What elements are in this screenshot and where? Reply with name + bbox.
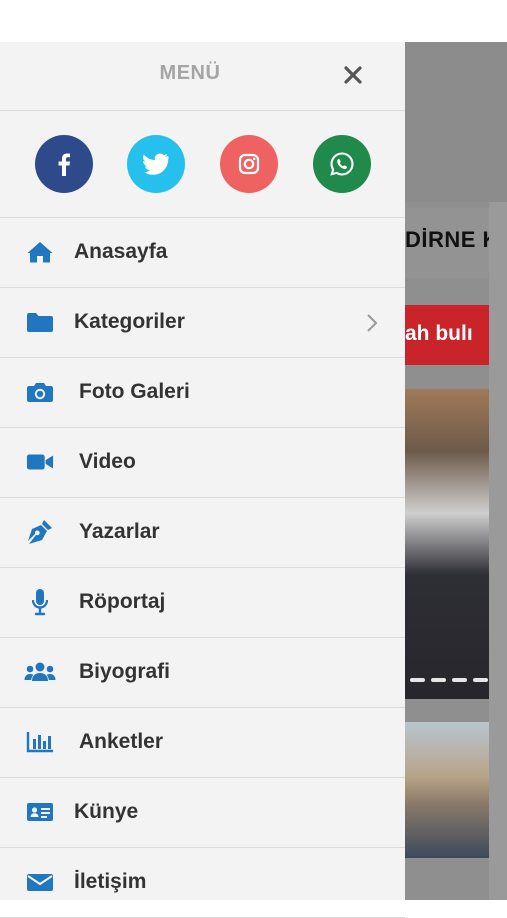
menu-item-label: İletişim — [74, 870, 147, 893]
microphone-icon — [26, 589, 54, 616]
whatsapp-button[interactable] — [313, 135, 371, 193]
chevron-right-icon — [365, 312, 379, 339]
camera-icon — [26, 379, 54, 405]
menu-item-label: Video — [79, 450, 136, 473]
background-banner-text: ah bulı — [405, 322, 473, 345]
facebook-button[interactable] — [35, 135, 93, 193]
instagram-icon — [238, 153, 260, 175]
twitter-button[interactable] — [127, 135, 185, 193]
envelope-icon — [26, 869, 54, 895]
menu-header: MENÜ — [0, 42, 405, 111]
folder-icon — [26, 309, 54, 335]
menu-item-label: Yazarlar — [79, 520, 160, 543]
side-menu-drawer: MENÜ Anasayfa Kategoriler Foto Galeri Vi… — [0, 42, 405, 918]
twitter-icon — [143, 153, 169, 175]
whatsapp-icon — [330, 152, 354, 176]
instagram-button[interactable] — [220, 135, 278, 193]
background-header — [405, 42, 507, 202]
close-icon — [344, 66, 362, 84]
home-icon — [26, 239, 54, 265]
id-card-icon — [26, 799, 54, 825]
social-links — [0, 111, 405, 218]
menu-item-label: Foto Galeri — [79, 380, 190, 403]
users-icon — [24, 659, 56, 685]
menu-item-biyografi[interactable]: Biyografi — [0, 638, 405, 708]
menu-item-label: Anketler — [79, 730, 164, 753]
menu-item-label: Röportaj — [79, 590, 166, 613]
background-news-photo-2 — [405, 722, 489, 858]
menu-item-anasayfa[interactable]: Anasayfa — [0, 218, 405, 288]
menu-item-label: Anasayfa — [74, 240, 168, 263]
chart-icon — [26, 729, 54, 755]
menu-item-label: Kategoriler — [74, 310, 185, 333]
status-bar-area — [0, 0, 507, 42]
menu-title: MENÜ — [159, 62, 221, 84]
menu-item-iletisim[interactable]: İletişim — [0, 848, 405, 918]
menu-item-anketler[interactable]: Anketler — [0, 708, 405, 778]
video-icon — [26, 449, 54, 475]
menu-item-roportaj[interactable]: Röportaj — [0, 568, 405, 638]
menu-item-label: Biyografi — [79, 660, 171, 683]
menu-item-foto-galeri[interactable]: Foto Galeri — [0, 358, 405, 428]
close-menu-button[interactable] — [340, 62, 366, 88]
background-nav-text: DİRNE K — [405, 227, 499, 252]
facebook-icon — [58, 153, 70, 176]
menu-item-kategoriler[interactable]: Kategoriler — [0, 288, 405, 358]
menu-item-video[interactable]: Video — [0, 428, 405, 498]
menu-item-label: Künye — [74, 800, 139, 823]
menu-item-yazarlar[interactable]: Yazarlar — [0, 498, 405, 568]
background-side-strip — [489, 202, 507, 900]
menu-item-kunye[interactable]: Künye — [0, 778, 405, 848]
background-news-photo — [405, 389, 489, 699]
pen-icon — [26, 519, 54, 545]
